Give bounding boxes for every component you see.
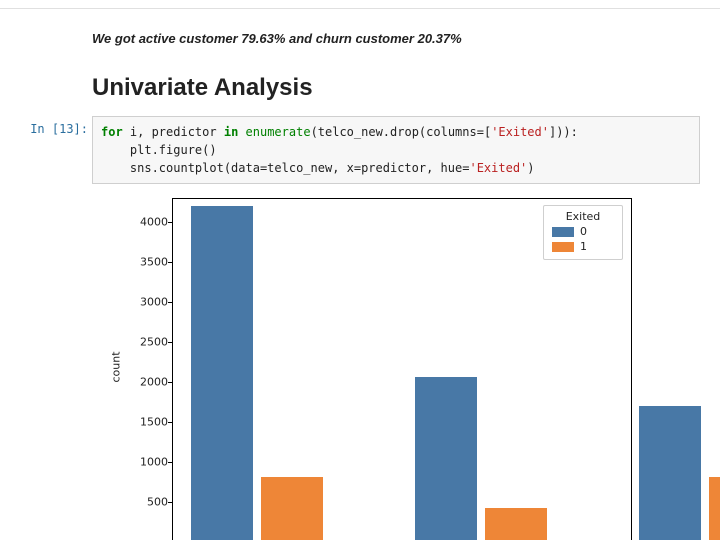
tok-in: in (224, 125, 238, 139)
bar-cat_c-0 (639, 406, 701, 540)
y-tick-label: 3500 (102, 256, 168, 269)
tok-close1: ])): (549, 125, 578, 139)
tok-str-exited-2: 'Exited' (469, 161, 527, 175)
legend-swatch-0 (552, 227, 574, 237)
legend-swatch-1 (552, 242, 574, 252)
tok-line2: plt.figure() (101, 143, 217, 157)
top-divider (0, 8, 720, 9)
tok-enumerate: enumerate (246, 125, 311, 139)
legend-label-1: 1 (580, 240, 587, 253)
y-tick-label: 3000 (102, 296, 168, 309)
legend-title: Exited (552, 210, 614, 223)
tok-line3a: sns.countplot(data=telco_new, x=predicto… (101, 161, 469, 175)
summary-text: We got active customer 79.63% and churn … (92, 31, 700, 46)
y-tick-label: 1000 (102, 456, 168, 469)
legend-row-0: 0 (552, 225, 614, 238)
cell-prompt: In [13]: (28, 116, 92, 136)
y-tick-label: 4000 (102, 216, 168, 229)
bar-cat_a-0 (191, 206, 253, 540)
bar-cat_b-0 (415, 377, 477, 540)
bar-cat_a-1 (261, 477, 323, 540)
legend: Exited 0 1 (543, 205, 623, 260)
bar-cat_b-1 (485, 508, 547, 540)
code-cell: In [13]: for i, predictor in enumerate(t… (28, 116, 700, 184)
notebook-page: We got active customer 79.63% and churn … (0, 31, 720, 540)
y-tick-label: 2000 (102, 376, 168, 389)
tok-line3b: ) (527, 161, 534, 175)
tok-vars: i, predictor (123, 125, 224, 139)
countplot-output: count 5001000150020002500300035004000 Ex… (102, 192, 632, 540)
y-tick-label: 1500 (102, 416, 168, 429)
cell-input[interactable]: for i, predictor in enumerate(telco_new.… (92, 116, 700, 184)
plot-area: Exited 0 1 (172, 198, 632, 540)
legend-label-0: 0 (580, 225, 587, 238)
tok-sp (238, 125, 245, 139)
y-tick-label: 2500 (102, 336, 168, 349)
legend-row-1: 1 (552, 240, 614, 253)
tok-open1: (telco_new.drop(columns=[ (311, 125, 492, 139)
section-title: Univariate Analysis (92, 74, 700, 102)
tok-for: for (101, 125, 123, 139)
y-tick-label: 500 (102, 496, 168, 509)
bar-cat_c-1 (709, 477, 720, 540)
tok-str-exited-1: 'Exited' (491, 125, 549, 139)
